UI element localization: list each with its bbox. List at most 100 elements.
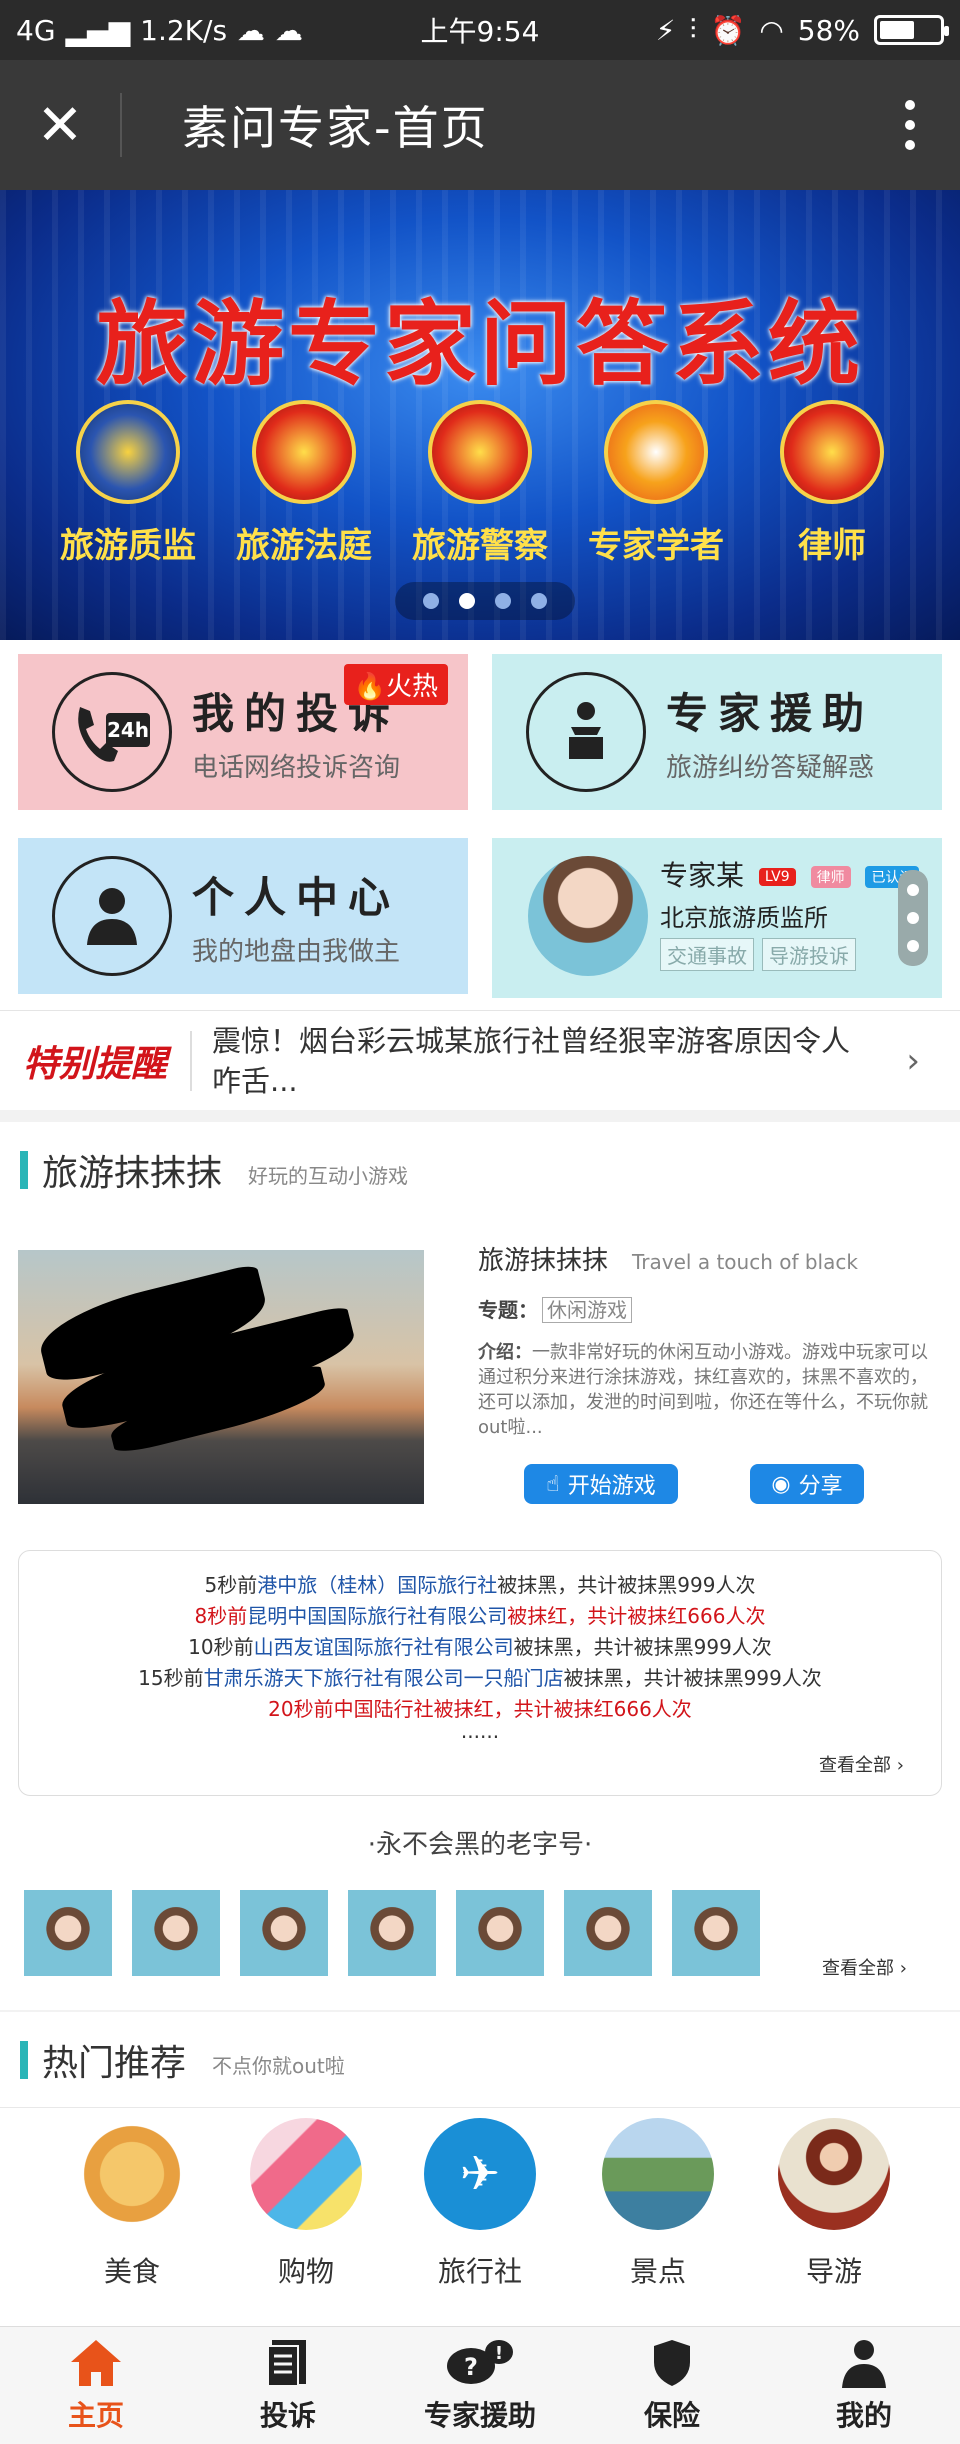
- brand-thumb[interactable]: [132, 1890, 220, 1976]
- tab-home[interactable]: 主页: [0, 2327, 192, 2444]
- banner-carousel[interactable]: 旅游专家问答系统 旅游质监 旅游法庭 旅游警察 专家学者 律师: [0, 190, 960, 640]
- notice-bar[interactable]: 特别提醒 震惊！烟台彩云城某旅行社曾经狠宰游客原因令人咋舌... ›: [0, 1010, 960, 1110]
- chevron-right-icon[interactable]: ›: [906, 1041, 920, 1081]
- hand-tap-icon: ☝: [546, 1471, 560, 1497]
- section-title: 热门推荐: [42, 2042, 187, 2084]
- expert-card[interactable]: 专家某 LV9 律师 已认证 北京旅游质监所 交通事故 导游投诉: [492, 838, 942, 998]
- svg-text:?: ?: [464, 2353, 478, 2381]
- guide-image: [778, 2118, 890, 2230]
- level-badge: LV9: [758, 868, 796, 886]
- food-image: [76, 2118, 188, 2230]
- carousel-dot[interactable]: [495, 593, 511, 609]
- expert-tag[interactable]: 交通事故: [660, 938, 754, 971]
- carousel-dot[interactable]: [531, 593, 547, 609]
- signal-icon: ▂▄▆: [65, 13, 131, 47]
- emblem-police: 旅游警察: [405, 400, 555, 567]
- game-thumbnail[interactable]: [18, 1250, 424, 1504]
- banner-title: 旅游专家问答系统: [95, 291, 864, 398]
- bottom-tab-bar: 主页 投诉 ?! 专家援助 保险 我的: [0, 2326, 960, 2444]
- tile-personal-center[interactable]: 个人中心 我的地盘由我做主: [18, 838, 468, 994]
- section-accent-bar: [20, 2040, 28, 2079]
- police-badge-icon: [428, 400, 532, 504]
- carousel-dot-active[interactable]: [459, 593, 475, 609]
- emblem-court: 旅游法庭: [229, 400, 379, 567]
- emblem-quality: 旅游质监: [53, 400, 203, 567]
- hot-badge: 🔥火热: [343, 664, 448, 705]
- document-icon: [267, 2339, 306, 2387]
- role-badge: 律师: [810, 866, 851, 888]
- brand-thumb[interactable]: [672, 1890, 760, 1976]
- speaker-podium-icon: [526, 672, 646, 792]
- hot-item-food[interactable]: 美食: [72, 2118, 192, 2290]
- game-topic: 专题： 休闲游戏: [478, 1294, 632, 1323]
- brand-thumb[interactable]: [240, 1890, 328, 1976]
- expert-tags: 交通事故 导游投诉: [660, 938, 856, 971]
- game-section: 旅游抹抹抹 Travel a touch of black 专题： 休闲游戏 介绍：…: [0, 1210, 960, 2010]
- hot-item-guide[interactable]: 导游: [774, 2118, 894, 2290]
- svg-text:24h: 24h: [107, 718, 149, 742]
- tile-my-complaints[interactable]: 24h 我的投诉 电话网络投诉咨询 🔥火热: [18, 654, 468, 810]
- brand-thumb[interactable]: [24, 1890, 112, 1976]
- fire-icon: 🔥: [353, 672, 386, 702]
- home-icon: [71, 2339, 121, 2386]
- tile-subtitle: 我的地盘由我做主: [192, 937, 401, 967]
- page-title: 素问专家-首页: [182, 101, 489, 155]
- hot-item-scenic[interactable]: 景点: [598, 2118, 718, 2290]
- tab-insurance[interactable]: 保险: [576, 2327, 768, 2444]
- quality-badge-icon: [76, 400, 180, 504]
- tile-title: 专家援助: [666, 689, 875, 738]
- start-game-button[interactable]: ☝ 开始游戏: [524, 1464, 678, 1504]
- tile-subtitle: 旅游纠纷答疑解惑: [666, 753, 875, 783]
- expert-org: 北京旅游质监所: [660, 904, 828, 932]
- expert-name-row: 专家某 LV9 律师 已认证: [660, 854, 920, 894]
- section-subtitle: 不点你就out啦: [212, 2054, 345, 2078]
- game-section-header: 旅游抹抹抹 好玩的互动小游戏: [0, 1122, 960, 1218]
- old-brand-list: [24, 1890, 760, 1976]
- brand-thumb[interactable]: [456, 1890, 544, 1976]
- hot-item-shopping[interactable]: 购物: [246, 2118, 366, 2290]
- wifi-icon: ◠: [759, 13, 784, 47]
- expert-tag[interactable]: 导游投诉: [762, 938, 856, 971]
- section-accent-bar: [20, 1150, 28, 1189]
- old-brand-title: ·永不会黑的老字号·: [367, 1830, 593, 1860]
- qq-icon: ☁: [237, 13, 266, 47]
- emblem-lawyer: 律师: [757, 400, 907, 567]
- carousel-dot[interactable]: [423, 593, 439, 609]
- tab-complaint[interactable]: 投诉: [192, 2327, 384, 2444]
- user-icon: [842, 2339, 886, 2388]
- notice-text[interactable]: 震惊！烟台彩云城某旅行社曾经狠宰游客原因令人咋舌...: [212, 1021, 872, 1101]
- tile-expert-help[interactable]: 专家援助 旅游纠纷答疑解惑: [492, 654, 942, 810]
- question-chat-icon: ?!: [447, 2339, 513, 2384]
- activity-board: 5秒前港中旅（桂林）国际旅行社被抹黑，共计被抹黑999人次 8秒前昆明中国国际旅…: [18, 1550, 942, 1796]
- see-all-link[interactable]: 查看全部 ›: [819, 1751, 904, 1777]
- hot-recommend: 美食 购物 ✈ 旅行社 景点 导游: [0, 2108, 960, 2328]
- share-icon: ◉: [771, 1471, 791, 1497]
- expert-pager[interactable]: [898, 870, 928, 966]
- see-all-brands-link[interactable]: 查看全部 ›: [822, 1954, 907, 1980]
- tile-title: 个人中心: [192, 873, 401, 922]
- shield-icon: [654, 2339, 690, 2386]
- lawyer-badge-icon: [780, 400, 884, 504]
- board-row: 10秒前山西友谊国际旅行社有限公司被抹黑，共计被抹黑999人次: [188, 1635, 772, 1659]
- title-bar: ✕ 素问专家-首页: [0, 60, 960, 190]
- tab-mine[interactable]: 我的: [768, 2327, 960, 2444]
- banner-emblems: 旅游质监 旅游法庭 旅游警察 专家学者 律师: [40, 400, 920, 567]
- section-subtitle: 好玩的互动小游戏: [248, 1164, 409, 1188]
- vibrate-icon: ⫶: [689, 13, 697, 46]
- hot-item-agency[interactable]: ✈ 旅行社: [420, 2118, 540, 2290]
- brand-thumb[interactable]: [348, 1890, 436, 1976]
- carousel-indicator[interactable]: [395, 582, 575, 620]
- more-menu-icon[interactable]: [860, 60, 960, 190]
- close-icon[interactable]: ✕: [0, 60, 120, 190]
- network-type: 4G: [16, 13, 56, 47]
- share-button[interactable]: ◉ 分享: [750, 1464, 864, 1504]
- section-title: 旅游抹抹抹: [42, 1152, 223, 1194]
- brand-thumb[interactable]: [564, 1890, 652, 1976]
- battery-icon: [874, 15, 949, 45]
- hot-section-header: 热门推荐 不点你就out啦: [0, 2012, 960, 2108]
- airplane-icon: ✈: [424, 2118, 536, 2230]
- scenic-image: [602, 2118, 714, 2230]
- emblem-scholar: 专家学者: [581, 400, 731, 567]
- board-row: 20秒前中国陆行社被抹红，共计被抹红666人次: [268, 1697, 692, 1721]
- tab-expert-help[interactable]: ?! 专家援助: [384, 2327, 576, 2444]
